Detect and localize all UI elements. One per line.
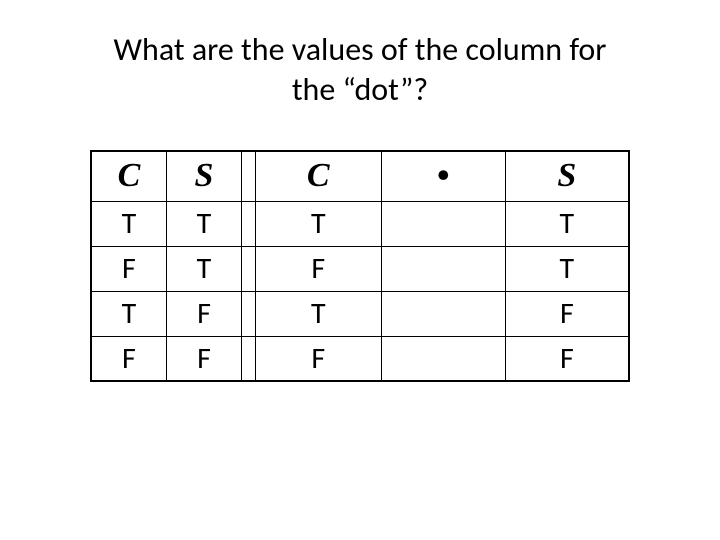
cell-dot xyxy=(381,291,505,336)
cell-s: F xyxy=(166,336,241,381)
cell-gap xyxy=(242,246,255,291)
cell-gap xyxy=(242,291,255,336)
cell-gap xyxy=(242,336,255,381)
table-row: F T F T xyxy=(91,246,629,291)
cell-s: F xyxy=(166,291,241,336)
col-header-gap xyxy=(242,151,255,201)
col-header-s-left: S xyxy=(166,151,241,201)
cell-c: T xyxy=(91,291,166,336)
col-header-c-right: C xyxy=(255,151,381,201)
cell-gap xyxy=(242,201,255,246)
cell-c: F xyxy=(255,246,381,291)
cell-c: T xyxy=(255,291,381,336)
table-row: F F F F xyxy=(91,336,629,381)
truth-table-container: C S C • S T T T T F T F xyxy=(90,150,630,382)
cell-c: T xyxy=(91,201,166,246)
cell-dot xyxy=(381,336,505,381)
cell-dot xyxy=(381,246,505,291)
table-row: T F T F xyxy=(91,291,629,336)
dot-icon: • xyxy=(437,155,450,195)
cell-s: F xyxy=(505,336,629,381)
cell-c: T xyxy=(255,201,381,246)
table-row: T T T T xyxy=(91,201,629,246)
col-header-c-left: C xyxy=(91,151,166,201)
cell-s: F xyxy=(505,291,629,336)
col-header-s-right: S xyxy=(505,151,629,201)
table-header-row: C S C • S xyxy=(91,151,629,201)
cell-dot xyxy=(381,201,505,246)
truth-table: C S C • S T T T T F T F xyxy=(90,150,630,382)
cell-s: T xyxy=(505,201,629,246)
cell-c: F xyxy=(91,246,166,291)
cell-c: F xyxy=(255,336,381,381)
page-title: What are the values of the column for th… xyxy=(0,30,720,110)
cell-s: T xyxy=(505,246,629,291)
cell-c: F xyxy=(91,336,166,381)
col-header-dot: • xyxy=(381,151,505,201)
cell-s: T xyxy=(166,201,241,246)
cell-s: T xyxy=(166,246,241,291)
